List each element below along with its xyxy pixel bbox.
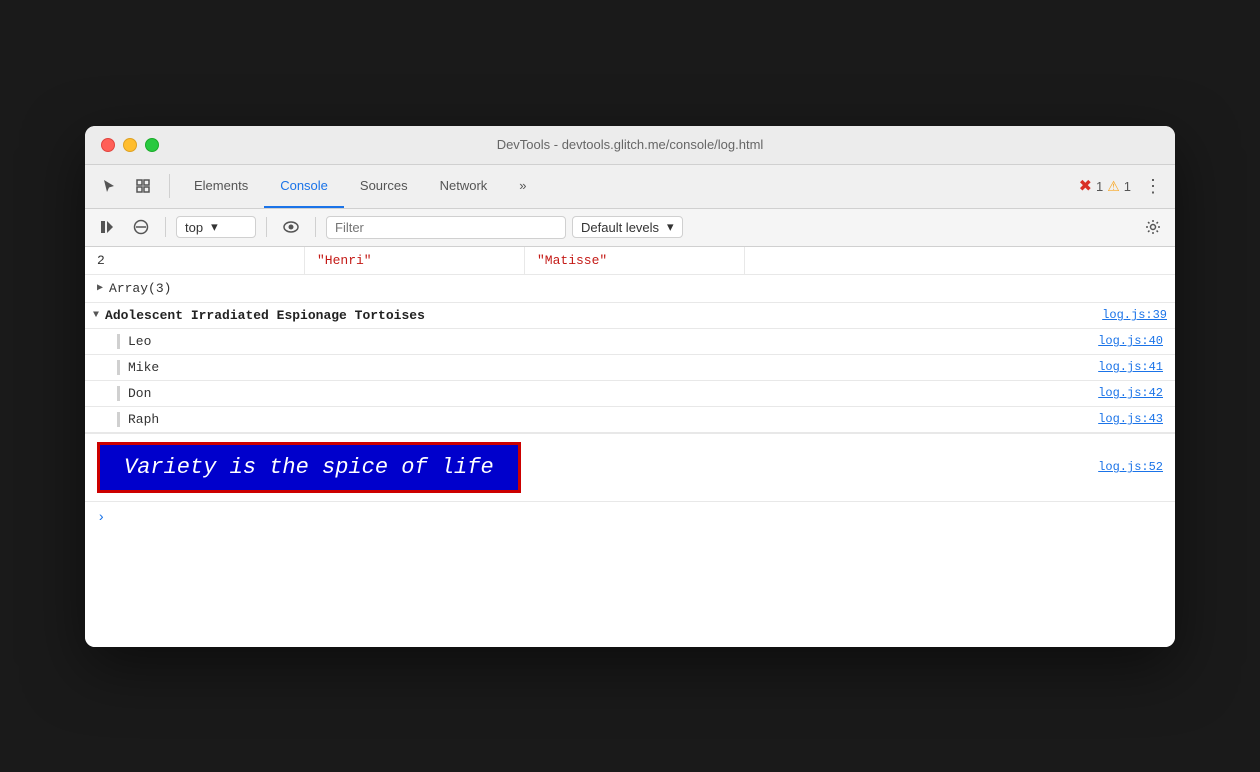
tab-sources[interactable]: Sources [344,164,424,208]
window-title: DevTools - devtools.glitch.me/console/lo… [497,137,764,152]
play-button[interactable] [93,213,121,241]
inspect-icon-btn[interactable] [127,170,159,202]
list-item: Leo log.js:40 [85,329,1175,355]
console-output: 2 "Henri" "Matisse" ▶ Array(3) ▼ Adolesc… [85,247,1175,647]
entry-label-0: Leo [128,334,1098,349]
warning-count: 1 [1124,179,1131,194]
entry-source-2[interactable]: log.js:42 [1098,386,1163,400]
indent-line [117,360,120,375]
group-label: Adolescent Irradiated Espionage Tortoise… [105,308,1102,323]
entry-source-1[interactable]: log.js:41 [1098,360,1163,374]
entry-source-3[interactable]: log.js:43 [1098,412,1163,426]
tab-console[interactable]: Console [264,164,344,208]
devtools-window: DevTools - devtools.glitch.me/console/lo… [85,126,1175,647]
array-label: Array(3) [109,281,171,296]
table-cell-first: "Henri" [305,247,525,274]
tab-elements[interactable]: Elements [178,164,264,208]
tab-divider-1 [169,174,170,198]
styled-output-row: Variety is the spice of life log.js:52 [85,434,1175,502]
expand-arrow-icon[interactable]: ▶ [97,282,103,294]
kebab-menu-button[interactable]: ⋮ [1139,172,1167,200]
console-toolbar: top ▾ Default levels ▾ [85,209,1175,247]
error-badge: ✖ 1 ⚠ 1 [1079,176,1131,196]
context-value: top [185,220,203,235]
entry-label-3: Raph [128,412,1098,427]
tabs-right: ✖ 1 ⚠ 1 ⋮ [1079,172,1167,200]
indent-line [117,334,120,349]
traffic-lights [101,138,159,152]
warning-icon: ⚠ [1107,178,1120,195]
settings-button[interactable] [1139,213,1167,241]
table-cell-last: "Matisse" [525,247,745,274]
table-cell-empty [745,247,1175,274]
eye-icon-btn[interactable] [277,213,305,241]
log-group: ▼ Adolescent Irradiated Espionage Tortoi… [85,303,1175,434]
title-bar: DevTools - devtools.glitch.me/console/lo… [85,126,1175,165]
error-icon: ✖ [1079,176,1092,196]
entry-label-1: Mike [128,360,1098,375]
styled-text: Variety is the spice of life [124,455,494,480]
filter-input[interactable] [326,216,566,239]
toolbar-divider-2 [266,217,267,237]
table-row: 2 "Henri" "Matisse" [85,247,1175,275]
level-selector[interactable]: Default levels ▾ [572,216,683,238]
minimize-button[interactable] [123,138,137,152]
clear-console-button[interactable] [127,213,155,241]
prompt-arrow-icon[interactable]: › [97,510,105,526]
maximize-button[interactable] [145,138,159,152]
entry-source-0[interactable]: log.js:40 [1098,334,1163,348]
toolbar-divider-1 [165,217,166,237]
tab-list: Elements Console Sources Network » [178,164,1079,208]
console-prompt: › [85,502,1175,534]
error-count: 1 [1096,179,1103,194]
group-toggle-icon: ▼ [93,310,99,321]
entry-label-2: Don [128,386,1098,401]
tab-network[interactable]: Network [424,164,504,208]
tab-more[interactable]: » [503,164,542,208]
group-header[interactable]: ▼ Adolescent Irradiated Espionage Tortoi… [85,303,1175,329]
chevron-down-icon: ▾ [211,219,218,235]
list-item: Don log.js:42 [85,381,1175,407]
context-selector[interactable]: top ▾ [176,216,256,238]
levels-label: Default levels [581,220,659,235]
cursor-icon-btn[interactable] [93,170,125,202]
list-item: Raph log.js:43 [85,407,1175,433]
styled-text-block: Variety is the spice of life [97,442,521,493]
indent-line [117,386,120,401]
array-row: ▶ Array(3) [85,275,1175,303]
table-cell-index: 2 [85,247,305,274]
group-source-link[interactable]: log.js:39 [1102,308,1167,322]
indent-line [117,412,120,427]
toolbar-divider-3 [315,217,316,237]
close-button[interactable] [101,138,115,152]
list-item: Mike log.js:41 [85,355,1175,381]
styled-source-link[interactable]: log.js:52 [1098,460,1163,474]
tabs-row: Elements Console Sources Network » ✖ 1 ⚠… [85,165,1175,209]
chevron-down-icon-2: ▾ [667,219,674,235]
